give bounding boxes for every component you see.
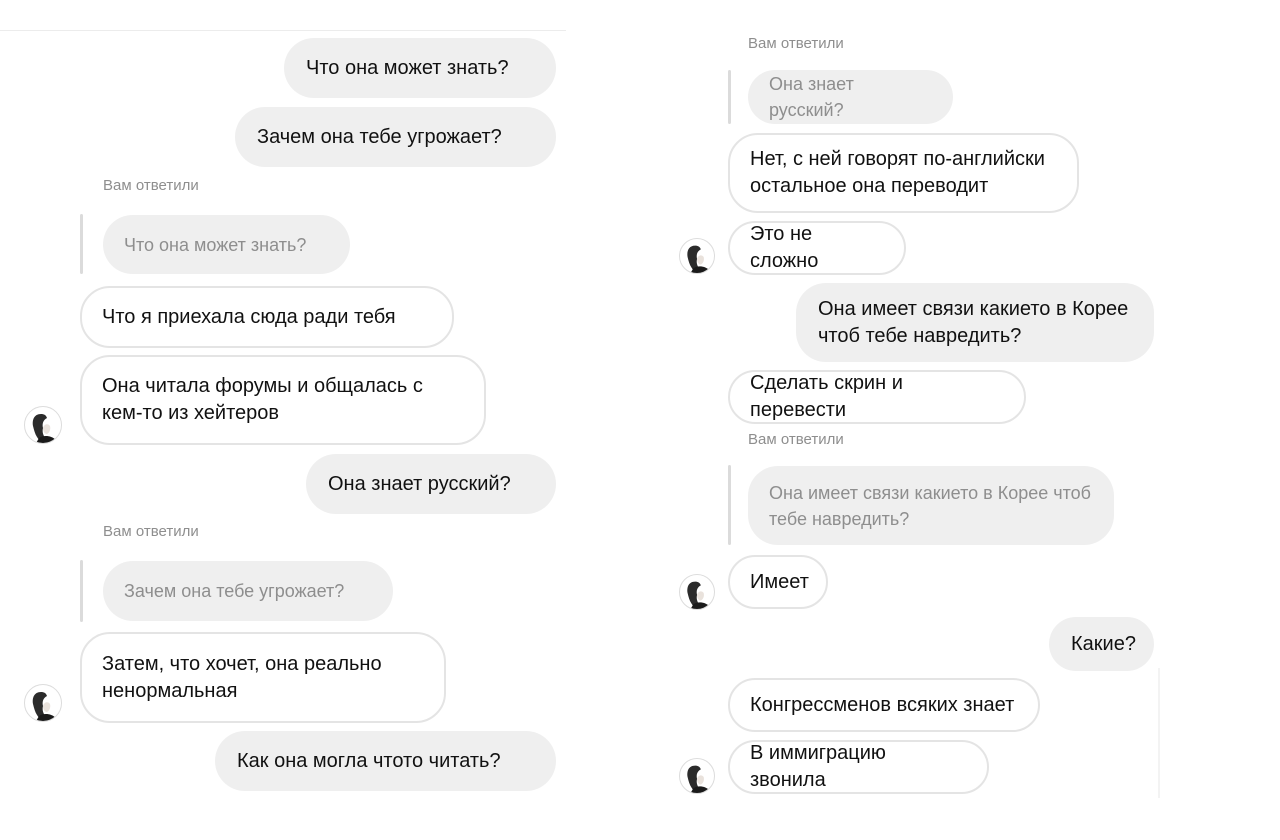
sent-message[interactable]: Как она могла чтото читать? — [215, 731, 556, 791]
sent-message[interactable]: Она имеет связи какието в Корее чтоб теб… — [796, 283, 1154, 362]
panel-edge — [1158, 668, 1160, 798]
replied-label: Вам ответили — [103, 523, 199, 540]
profile-avatar-icon[interactable] — [24, 684, 62, 722]
received-message[interactable]: Нет, с ней говорят по-английски остально… — [728, 133, 1079, 213]
received-message[interactable]: Имеет — [728, 555, 828, 609]
sent-message[interactable]: Какие? — [1049, 617, 1154, 671]
received-message[interactable]: Сделать скрин и перевести — [728, 370, 1026, 424]
chat-screenshot-collage: Что она может знать? Зачем она тебе угро… — [0, 0, 1280, 840]
profile-avatar-icon[interactable] — [679, 574, 715, 610]
replied-label: Вам ответили — [748, 35, 844, 52]
received-message[interactable]: Конгрессменов всяких знает — [728, 678, 1040, 732]
quoted-message[interactable]: Что она может знать? — [103, 215, 350, 274]
replied-label: Вам ответили — [103, 177, 199, 194]
sent-message[interactable]: Что она может знать? — [284, 38, 556, 98]
top-divider — [0, 30, 566, 31]
quoted-message[interactable]: Она знает русский? — [748, 70, 953, 124]
received-message[interactable]: В иммиграцию звонила — [728, 740, 989, 794]
quote-bar — [728, 465, 731, 545]
profile-avatar-icon[interactable] — [679, 758, 715, 794]
sent-message[interactable]: Зачем она тебе угрожает? — [235, 107, 556, 167]
quoted-message[interactable]: Она имеет связи какието в Корее чтоб теб… — [748, 466, 1114, 545]
quote-bar — [728, 70, 731, 124]
quoted-message[interactable]: Зачем она тебе угрожает? — [103, 561, 393, 621]
profile-avatar-icon[interactable] — [24, 406, 62, 444]
received-message[interactable]: Затем, что хочет, она реально ненормальн… — [80, 632, 446, 723]
sent-message[interactable]: Она знает русский? — [306, 454, 556, 514]
received-message[interactable]: Она читала форумы и общалась с кем-то из… — [80, 355, 486, 445]
received-message[interactable]: Что я приехала сюда ради тебя — [80, 286, 454, 348]
replied-label: Вам ответили — [748, 431, 844, 448]
quote-bar — [80, 560, 83, 622]
received-message[interactable]: Это не сложно — [728, 221, 906, 275]
quote-bar — [80, 214, 83, 274]
profile-avatar-icon[interactable] — [679, 238, 715, 274]
